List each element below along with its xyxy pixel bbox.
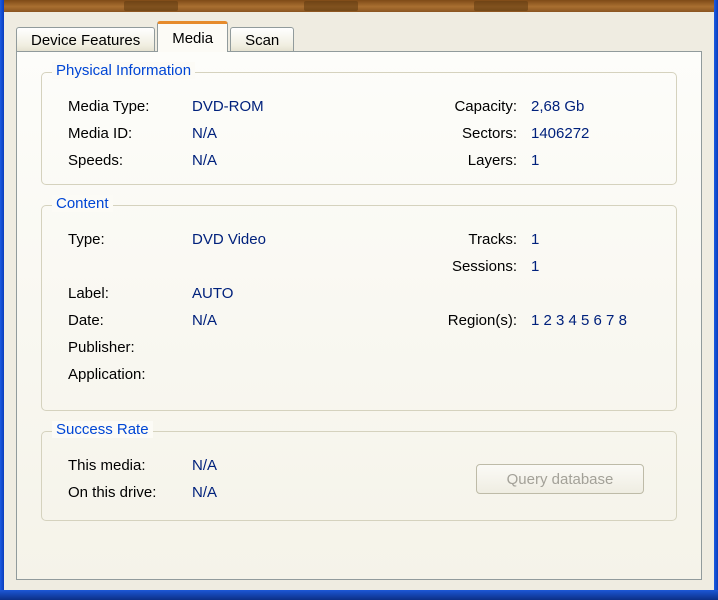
tab-device-features-label: Device Features bbox=[31, 31, 141, 49]
date-value: N/A bbox=[192, 312, 218, 329]
capacity-value: 2,68 Gb bbox=[531, 98, 585, 115]
sessions-value: 1 bbox=[531, 258, 540, 275]
media-type-label: Media Type: bbox=[68, 98, 150, 115]
application-window: Device Features Media Scan Physical Info… bbox=[0, 0, 718, 600]
on-this-drive-label: On this drive: bbox=[68, 484, 157, 501]
window-border-bottom bbox=[0, 590, 718, 600]
this-media-value: N/A bbox=[192, 457, 218, 474]
date-label: Date: bbox=[68, 312, 104, 329]
success-rate-group: Success Rate This media: N/A On this dri… bbox=[41, 421, 677, 521]
tab-scan-label: Scan bbox=[245, 31, 280, 49]
window-border-right bbox=[714, 0, 718, 600]
content-row-date: Date: N/A Region(s): 1 2 3 4 5 6 7 8 bbox=[42, 307, 676, 334]
content-row-application: Application: bbox=[42, 361, 676, 388]
content-row-publisher: Publisher: bbox=[42, 334, 676, 361]
titlebar-artifact bbox=[124, 1, 178, 11]
layers-value: 1 bbox=[531, 152, 540, 169]
this-media-label: This media: bbox=[68, 457, 146, 474]
content-row-label: Label: AUTO bbox=[42, 280, 676, 307]
regions-value: 1 2 3 4 5 6 7 8 bbox=[531, 312, 627, 329]
tracks-value: 1 bbox=[531, 231, 540, 248]
titlebar-cropped bbox=[4, 0, 714, 12]
media-id-value: N/A bbox=[192, 125, 218, 142]
type-value: DVD Video bbox=[192, 231, 266, 248]
application-label: Application: bbox=[68, 366, 146, 383]
on-this-drive-value: N/A bbox=[192, 484, 218, 501]
tab-device-features[interactable]: Device Features bbox=[16, 27, 156, 52]
physical-information-title: Physical Information bbox=[52, 62, 196, 79]
sectors-label: Sectors: bbox=[461, 125, 517, 142]
speeds-label: Speeds: bbox=[68, 152, 124, 169]
media-type-value: DVD-ROM bbox=[192, 98, 264, 115]
tab-strip: Device Features Media Scan bbox=[16, 21, 702, 52]
tab-scan[interactable]: Scan bbox=[230, 27, 295, 52]
sectors-value: 1406272 bbox=[531, 125, 590, 142]
label-value: AUTO bbox=[192, 285, 234, 302]
media-id-label: Media ID: bbox=[68, 125, 133, 142]
success-rate-title: Success Rate bbox=[52, 421, 153, 438]
query-database-button[interactable]: Query database bbox=[476, 464, 644, 494]
physical-row-media-id: Media ID: N/A Sectors: 1406272 bbox=[42, 120, 676, 147]
type-label: Type: bbox=[68, 231, 105, 248]
physical-information-group: Physical Information Media Type: DVD-ROM… bbox=[41, 62, 677, 185]
tracks-label: Tracks: bbox=[468, 231, 517, 248]
content-title: Content bbox=[52, 195, 113, 212]
layers-label: Layers: bbox=[467, 152, 517, 169]
speeds-value: N/A bbox=[192, 152, 218, 169]
publisher-label: Publisher: bbox=[68, 339, 135, 356]
titlebar-artifact bbox=[304, 1, 358, 11]
sessions-label: Sessions: bbox=[451, 258, 517, 275]
media-tab-page: Physical Information Media Type: DVD-ROM… bbox=[16, 51, 702, 580]
dialog-client-area: Device Features Media Scan Physical Info… bbox=[4, 12, 714, 590]
content-row-sessions: Sessions: 1 bbox=[42, 253, 676, 280]
tab-media-label: Media bbox=[172, 29, 214, 47]
physical-row-speeds: Speeds: N/A Layers: 1 bbox=[42, 147, 676, 174]
capacity-label: Capacity: bbox=[454, 98, 517, 115]
content-row-type: Type: DVD Video Tracks: 1 bbox=[42, 226, 676, 253]
titlebar-artifact bbox=[474, 1, 528, 11]
label-label: Label: bbox=[68, 285, 109, 302]
physical-row-media-type: Media Type: DVD-ROM Capacity: 2,68 Gb bbox=[42, 93, 676, 120]
tab-media[interactable]: Media bbox=[157, 21, 229, 52]
content-group: Content Type: DVD Video Tracks: 1 Sessio… bbox=[41, 195, 677, 411]
regions-label: Region(s): bbox=[447, 312, 517, 329]
